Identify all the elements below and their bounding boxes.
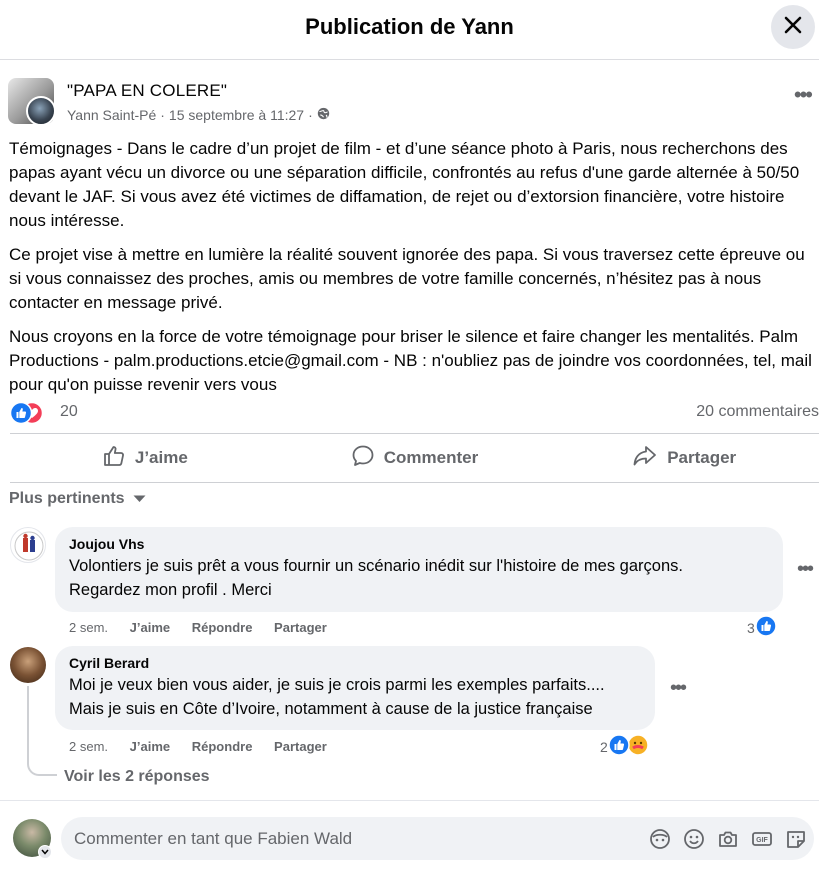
post-paragraph: Témoignages - Dans le cadre d’un projet … — [9, 139, 800, 230]
post-meta: Yann Saint-Pé · 15 septembre à 11:27 · — [67, 107, 330, 123]
close-button[interactable] — [771, 5, 815, 49]
comment-actions: 2 sem. J’aime Répondre Partager — [69, 620, 345, 635]
globe-icon — [317, 107, 330, 123]
more-icon: ••• — [797, 558, 814, 580]
meta-separator: · — [160, 107, 165, 123]
reaction-icons — [608, 734, 650, 759]
share-icon — [632, 444, 658, 473]
comment-reactions[interactable]: 3 — [747, 615, 777, 640]
divider — [0, 800, 819, 801]
emoji-icon[interactable] — [681, 826, 706, 851]
comment-icon — [351, 444, 375, 473]
avatar[interactable] — [10, 647, 46, 683]
svg-text:GIF: GIF — [756, 837, 768, 844]
comment-time[interactable]: 2 sem. — [69, 739, 108, 754]
thread-connector — [27, 686, 57, 776]
comment-text: Volontiers je suis prêt a vous fournir u… — [69, 554, 769, 602]
comment-options-button[interactable]: ••• — [670, 678, 687, 698]
avatar[interactable] — [10, 527, 46, 563]
comment-line: Volontiers je suis prêt a vous fournir u… — [69, 557, 683, 575]
comment-reply-button[interactable]: Répondre — [192, 739, 253, 754]
comment-author[interactable]: Joujou Vhs — [69, 536, 769, 552]
view-replies-link[interactable]: Voir les 2 réponses — [64, 768, 210, 786]
comment-line: Regardez mon profil . Merci — [69, 581, 272, 599]
comment-author[interactable]: Cyril Berard — [69, 655, 641, 671]
comment-like-button[interactable]: J’aime — [130, 620, 170, 635]
meta-separator: · — [308, 107, 313, 123]
post-actions: J’aime Commenter Partager — [10, 433, 819, 483]
comment-bubble: Cyril Berard Moi je veux bien vous aider… — [55, 646, 655, 730]
avatar-sticker-icon[interactable] — [647, 826, 672, 851]
like-icon — [102, 444, 126, 473]
like-icon — [755, 615, 777, 640]
comment-share-button[interactable]: Partager — [274, 620, 327, 635]
comment-count[interactable]: 20 commentaires — [696, 403, 819, 421]
group-name[interactable]: "PAPA EN COLERE" — [67, 81, 227, 101]
chevron-down-icon[interactable] — [38, 845, 52, 859]
comment-options-button[interactable]: ••• — [797, 559, 814, 579]
dialog-title: Publication de Yann — [305, 14, 514, 39]
comment-like-button[interactable]: J’aime — [130, 739, 170, 754]
camera-icon[interactable] — [715, 826, 740, 851]
dialog-header: Publication de Yann — [0, 0, 819, 60]
post-date[interactable]: 15 septembre à 11:27 — [169, 107, 304, 123]
author-avatar[interactable] — [26, 96, 56, 126]
share-button[interactable]: Partager — [549, 434, 819, 482]
comment-reactions[interactable]: 2 — [600, 734, 650, 759]
post-body: Témoignages - Dans le cadre d’un projet … — [9, 137, 815, 407]
comment-input[interactable] — [61, 817, 621, 860]
chevron-down-icon — [133, 490, 146, 508]
post-options-button[interactable]: ••• — [794, 84, 813, 106]
share-label: Partager — [667, 448, 737, 467]
post-paragraph: Ce projet vise à mettre en lumière la ré… — [9, 245, 805, 312]
comment-reaction-count: 2 — [600, 738, 608, 755]
comment-actions: 2 sem. J’aime Répondre Partager — [69, 739, 345, 754]
comment-button[interactable]: Commenter — [280, 434, 550, 482]
post-author[interactable]: Yann Saint-Pé — [67, 107, 156, 123]
reaction-count[interactable]: 20 — [60, 403, 78, 421]
gif-icon[interactable]: GIF — [749, 826, 774, 851]
comment-line: Mais je suis en Côte d’Ivoire, notamment… — [69, 700, 593, 718]
comment-reply-button[interactable]: Répondre — [192, 620, 253, 635]
comment-line: Moi je veux bien vous aider, je suis je … — [69, 676, 605, 694]
reactions-bar: 20 20 commentaires — [9, 401, 819, 426]
close-icon — [783, 15, 803, 40]
like-label: J’aime — [134, 448, 188, 467]
like-button[interactable]: J’aime — [10, 434, 280, 482]
sort-label: Plus pertinents — [9, 490, 125, 507]
comment-share-button[interactable]: Partager — [274, 739, 327, 754]
more-icon: ••• — [793, 82, 813, 107]
comment-composer: GIF — [61, 817, 814, 860]
composer-icons: GIF — [647, 826, 808, 851]
comment-reaction-count: 3 — [747, 619, 755, 636]
reaction-icons[interactable] — [9, 401, 54, 425]
comment-sort-dropdown[interactable]: Plus pertinents — [9, 490, 146, 508]
more-icon: ••• — [670, 677, 687, 699]
sticker-icon[interactable] — [783, 826, 808, 851]
post-paragraph: Nous croyons en la force de votre témoig… — [9, 327, 812, 394]
comment-text: Moi je veux bien vous aider, je suis je … — [69, 673, 641, 721]
comment-bubble: Joujou Vhs Volontiers je suis prêt a vou… — [55, 527, 783, 612]
comment-time[interactable]: 2 sem. — [69, 620, 108, 635]
comment-label: Commenter — [383, 448, 479, 467]
